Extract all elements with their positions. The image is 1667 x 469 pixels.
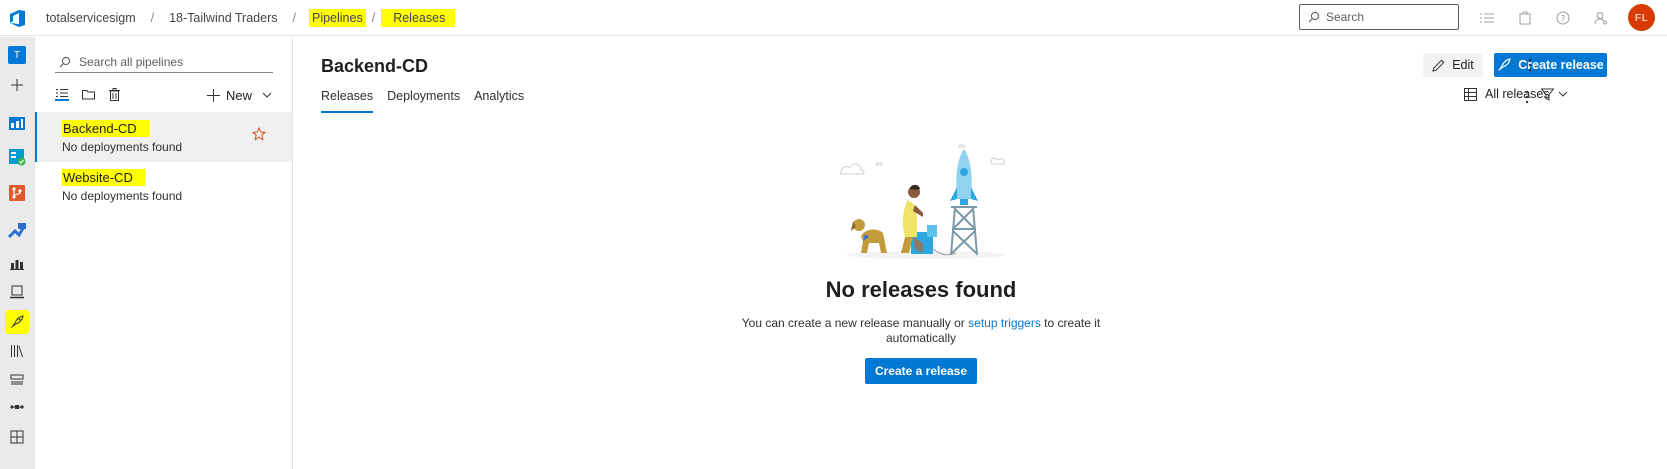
empty-state-title: No releases found (825, 277, 1017, 302)
filter-icon[interactable] (1540, 88, 1555, 104)
view-toggle (55, 87, 121, 101)
setup-triggers-link[interactable]: setup triggers (968, 316, 1041, 330)
empty-releases-illustration (831, 137, 1011, 267)
create-release-button[interactable]: Create release (1494, 53, 1607, 77)
more-options-icon[interactable] (1519, 87, 1535, 107)
pipeline-list-item[interactable]: Backend-CD No deployments found (35, 112, 292, 162)
search-icon (1308, 11, 1320, 23)
azure-devops-logo-icon[interactable] (7, 7, 29, 29)
favorite-star-icon[interactable] (251, 126, 267, 144)
search-input[interactable]: Search (1299, 4, 1459, 30)
builds-icon[interactable] (5, 251, 29, 275)
project-badge: T (8, 46, 26, 64)
add-icon[interactable] (5, 73, 29, 97)
chevron-down-icon (1558, 91, 1567, 97)
folder-view-icon[interactable] (81, 87, 95, 101)
search-icon (59, 56, 71, 67)
marketplace-icon[interactable] (1516, 9, 1534, 27)
pipeline-name: Website-CD (62, 169, 145, 186)
breadcrumb: totalservicesigm / 18-Tailwind Traders /… (44, 0, 456, 36)
list-view-icon[interactable] (55, 87, 69, 101)
breadcrumb-separator: / (371, 11, 376, 25)
breadcrumb-pipelines[interactable]: Pipelines (308, 9, 366, 27)
user-settings-icon[interactable] (1592, 9, 1610, 27)
environments-icon[interactable] (5, 280, 29, 304)
svg-text:?: ? (1561, 15, 1566, 25)
empty-state: No releases found You can create a new r… (736, 137, 1106, 384)
library-icon[interactable] (5, 339, 29, 363)
pipeline-status: No deployments found (62, 189, 183, 203)
new-pipeline-label: New (226, 87, 253, 103)
top-bar: totalservicesigm / 18-Tailwind Traders /… (0, 0, 1667, 36)
overview-icon[interactable] (5, 111, 29, 135)
new-pipeline-button[interactable]: New (207, 83, 272, 107)
rocket-icon (1498, 58, 1511, 71)
empty-state-description: You can create a new release manually or… (736, 316, 1106, 346)
pipeline-name: Backend-CD (62, 120, 149, 137)
pipeline-search-placeholder: Search all pipelines (79, 54, 184, 69)
help-icon[interactable]: ? (1554, 9, 1572, 27)
description-text: You can create a new release manually or (741, 316, 969, 330)
breadcrumb-project[interactable]: 18-Tailwind Traders (167, 10, 279, 26)
chevron-down-icon (262, 92, 272, 98)
pipelines-panel: Search all pipelines New Backend-CD No d… (35, 37, 293, 469)
test-plans-icon[interactable] (5, 425, 29, 449)
pencil-icon (1432, 59, 1445, 72)
edit-button[interactable]: Edit (1423, 53, 1483, 77)
org-project-icon[interactable]: T (5, 43, 29, 67)
deployment-groups-icon[interactable] (5, 395, 29, 419)
avatar[interactable]: FL (1628, 4, 1655, 31)
pipeline-list-item[interactable]: Website-CD No deployments found (35, 161, 292, 211)
create-a-release-button[interactable]: Create a release (864, 358, 978, 384)
tab-bar: Releases Deployments Analytics (321, 89, 524, 113)
pipeline-search-input[interactable]: Search all pipelines (55, 51, 273, 73)
page-title: Backend-CD (321, 56, 429, 76)
edit-label: Edit (1452, 58, 1474, 72)
boards-icon[interactable] (5, 145, 29, 169)
breadcrumb-org[interactable]: totalservicesigm (44, 10, 138, 26)
pipelines-icon[interactable] (5, 218, 29, 242)
more-actions-icon[interactable] (1522, 55, 1538, 75)
filter-label: All releases (1485, 87, 1550, 101)
table-view-icon (1464, 87, 1477, 101)
releases-icon[interactable] (5, 310, 29, 334)
main-content: Backend-CD Releases Deployments Analytic… (294, 37, 1667, 469)
search-placeholder: Search (1326, 10, 1365, 24)
work-items-icon[interactable] (1478, 9, 1496, 27)
breadcrumb-releases[interactable]: Releases (381, 9, 456, 27)
tab-analytics[interactable]: Analytics (474, 89, 524, 113)
deleted-view-icon[interactable] (107, 87, 121, 101)
tab-deployments[interactable]: Deployments (387, 89, 460, 113)
breadcrumb-separator: / (292, 11, 296, 25)
breadcrumb-separator: / (150, 11, 155, 25)
repos-icon[interactable] (5, 181, 29, 205)
tab-releases[interactable]: Releases (321, 89, 374, 113)
plus-icon (207, 88, 220, 102)
left-nav-rail: T (0, 37, 35, 469)
task-groups-icon[interactable] (5, 367, 29, 391)
